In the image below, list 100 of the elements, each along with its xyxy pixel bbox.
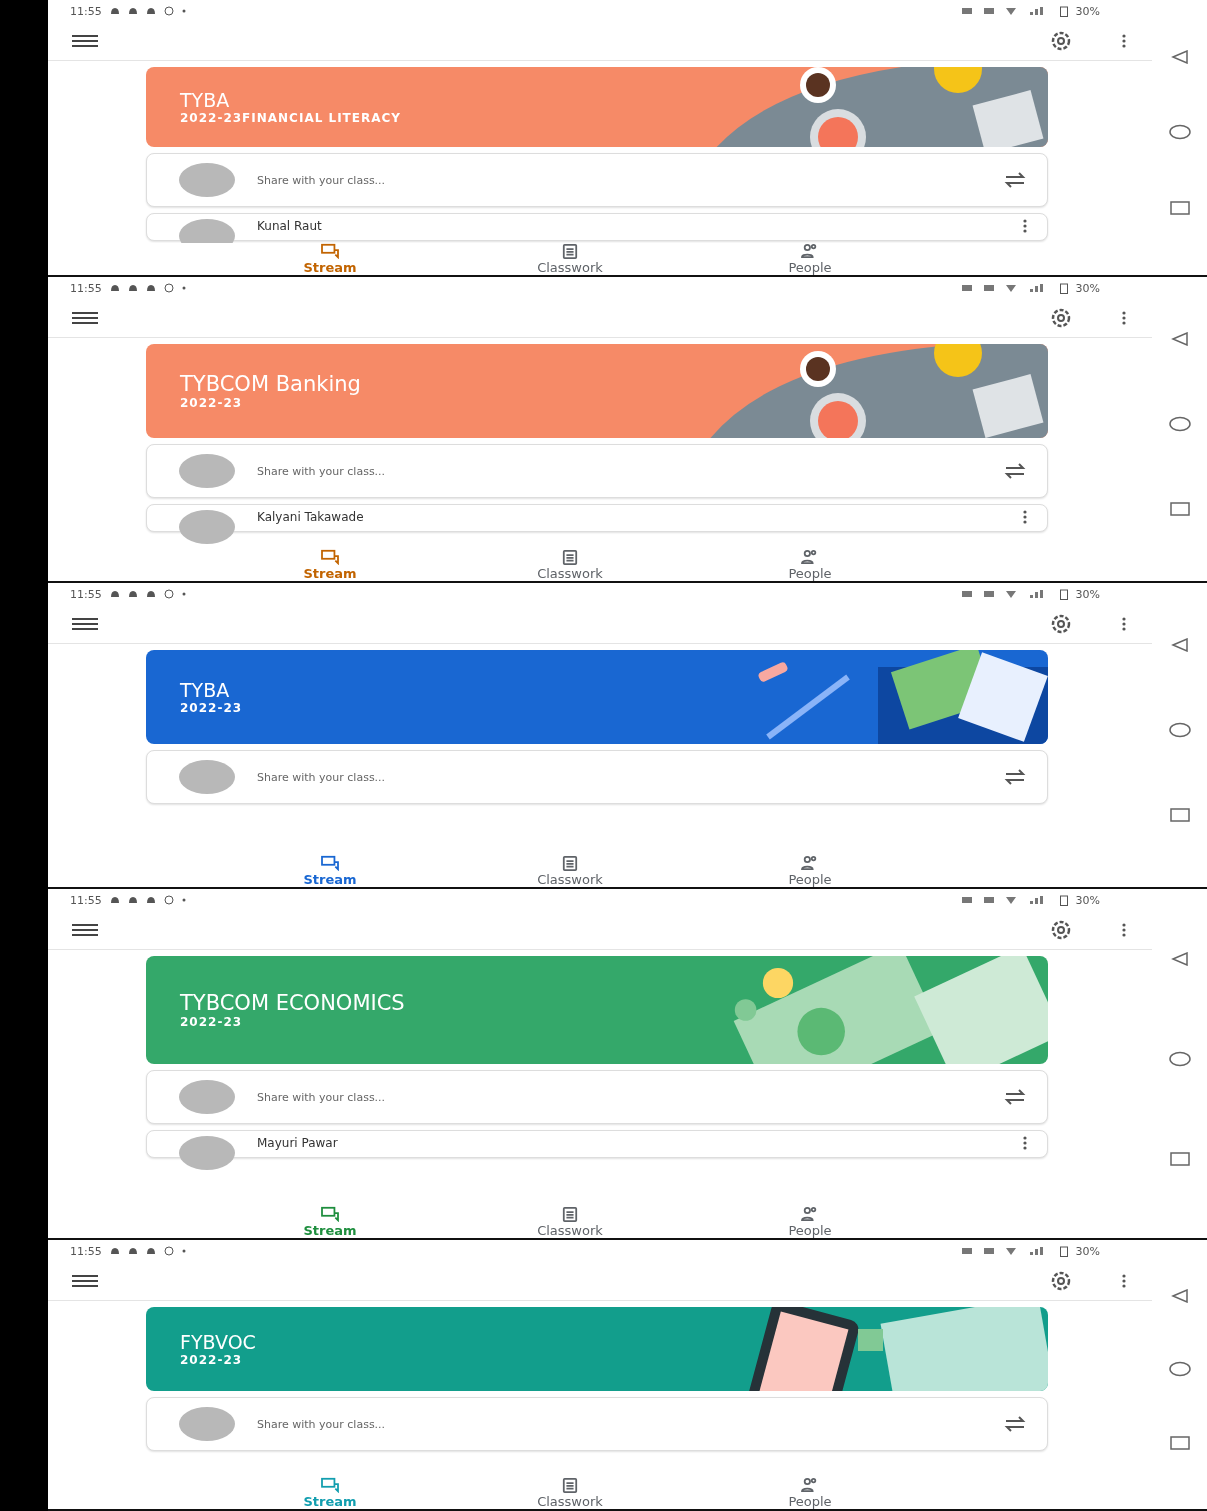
nav-tab[interactable]: Classwork [525, 243, 615, 275]
share-prompt[interactable]: Share with your class... [257, 766, 981, 788]
more-options-icon[interactable] [1122, 617, 1126, 631]
share-prompt[interactable]: Share with your class... [257, 460, 981, 482]
chat-icon [163, 283, 174, 293]
menu-icon[interactable] [72, 923, 98, 937]
bell-icon [127, 284, 138, 292]
class-subtitle: 2022-23 [180, 701, 244, 715]
battery-percent: 30% [1075, 893, 1100, 907]
nav-tab[interactable]: Classwork [525, 1206, 615, 1238]
share-prompt[interactable]: Share with your class... [257, 169, 981, 191]
bell-icon [109, 896, 120, 904]
class-subtitle: 2022-23 [180, 1015, 244, 1029]
home-icon[interactable] [1168, 722, 1191, 738]
battery-icon [1059, 282, 1068, 294]
chat-icon [163, 895, 174, 905]
nav-tab[interactable]: Stream [285, 243, 375, 275]
nav-tab[interactable]: Classwork [525, 855, 615, 887]
back-icon[interactable] [1170, 638, 1189, 652]
bell-icon [109, 7, 120, 15]
battery-percent: 30% [1075, 4, 1100, 18]
bell-icon [145, 1247, 156, 1255]
menu-icon[interactable] [72, 1274, 98, 1288]
battery-percent: 30% [1075, 281, 1100, 295]
bell-icon [127, 7, 138, 15]
nav-tab[interactable]: Stream [285, 1477, 375, 1509]
more-options-icon[interactable] [1122, 923, 1126, 937]
recents-icon[interactable] [1169, 1151, 1190, 1166]
share-prompt[interactable]: Share with your class... [257, 1086, 981, 1108]
class-title: TYBCOM Banking [180, 372, 362, 396]
chat-icon [163, 589, 174, 599]
class-title: TYBA [180, 89, 231, 111]
nav-tab[interactable]: Stream [285, 1206, 375, 1238]
class-title: TYBCOM ECONOMICS [180, 991, 406, 1015]
bell-icon [127, 590, 138, 598]
nav-tab[interactable]: People [765, 1477, 855, 1509]
avatar [179, 1407, 235, 1441]
status-time: 11:55 [70, 4, 102, 18]
class-subtitle: 2022-23FINANCIAL LITERACY [180, 111, 402, 125]
avatar [179, 219, 235, 243]
dot-icon [181, 592, 186, 596]
more-options-icon[interactable] [1023, 219, 1027, 233]
recents-icon[interactable] [1169, 200, 1190, 215]
battery-icon [1059, 5, 1068, 17]
home-icon[interactable] [1168, 124, 1191, 141]
dot-icon [181, 9, 186, 13]
menu-icon[interactable] [72, 34, 98, 48]
recents-icon[interactable] [1169, 502, 1190, 516]
back-icon[interactable] [1170, 1289, 1189, 1304]
bell-icon [109, 1247, 120, 1255]
repost-icon[interactable] [1003, 171, 1027, 189]
chat-icon [163, 1246, 174, 1256]
avatar [179, 454, 235, 488]
repost-icon[interactable] [1003, 1088, 1027, 1106]
more-options-icon[interactable] [1122, 34, 1126, 48]
nav-tab[interactable]: Classwork [525, 1477, 615, 1509]
repost-icon[interactable] [1003, 768, 1027, 786]
home-icon[interactable] [1168, 416, 1191, 432]
nav-tab[interactable]: People [765, 243, 855, 275]
home-icon[interactable] [1168, 1050, 1191, 1067]
back-icon[interactable] [1170, 332, 1189, 346]
class-title: TYBA [180, 679, 231, 701]
more-options-icon[interactable] [1023, 1136, 1027, 1150]
battery-percent: 30% [1075, 1244, 1100, 1258]
recents-icon[interactable] [1169, 1435, 1190, 1450]
back-icon[interactable] [1170, 951, 1189, 966]
recents-icon[interactable] [1169, 808, 1190, 822]
share-prompt[interactable]: Share with your class... [257, 1413, 981, 1435]
post-author: Mayuri Pawar [257, 1136, 339, 1150]
battery-icon [1059, 1245, 1068, 1257]
back-icon[interactable] [1170, 50, 1189, 65]
repost-icon[interactable] [1003, 1415, 1027, 1433]
class-subtitle: 2022-23 [180, 396, 244, 410]
menu-icon[interactable] [72, 617, 98, 631]
dot-icon [181, 898, 186, 902]
more-options-icon[interactable] [1122, 311, 1126, 325]
dot-icon [181, 1249, 186, 1253]
home-icon[interactable] [1168, 1361, 1191, 1378]
battery-percent: 30% [1075, 587, 1100, 601]
class-subtitle: 2022-23 [180, 1353, 244, 1367]
bell-icon [127, 896, 138, 904]
repost-icon[interactable] [1003, 462, 1027, 480]
avatar [179, 510, 235, 544]
bell-icon [145, 284, 156, 292]
avatar [179, 760, 235, 794]
nav-tab[interactable]: People [765, 549, 855, 581]
bell-icon [145, 896, 156, 904]
nav-tab[interactable]: People [765, 1206, 855, 1238]
nav-tab[interactable]: Stream [285, 549, 375, 581]
bell-icon [145, 7, 156, 15]
post-author: Kunal Raut [257, 219, 323, 233]
nav-tab[interactable]: People [765, 855, 855, 887]
battery-icon [1059, 588, 1068, 600]
nav-tab[interactable]: Classwork [525, 549, 615, 581]
nav-tab[interactable]: Stream [285, 855, 375, 887]
class-title: FYBVOC [180, 1331, 257, 1353]
more-options-icon[interactable] [1023, 510, 1027, 524]
bell-icon [109, 590, 120, 598]
menu-icon[interactable] [72, 311, 98, 325]
more-options-icon[interactable] [1122, 1274, 1126, 1288]
